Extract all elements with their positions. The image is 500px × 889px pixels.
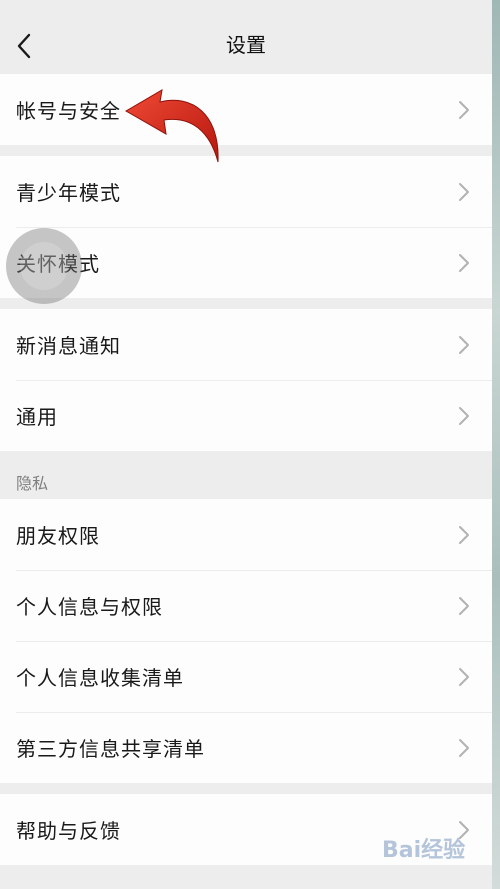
chevron-right-icon	[454, 525, 474, 545]
settings-item-label: 个人信息收集清单	[16, 666, 184, 690]
settings-item-label: 个人信息与权限	[16, 595, 163, 619]
page-title: 设置	[226, 33, 266, 57]
chevron-right-icon	[454, 182, 474, 202]
settings-item-label: 帐号与安全	[16, 99, 121, 123]
settings-item-teen-mode[interactable]: 青少年模式	[0, 156, 492, 227]
settings-item-general[interactable]: 通用	[0, 380, 492, 451]
chevron-right-icon	[454, 738, 474, 758]
touch-indicator	[6, 228, 82, 304]
notification-group: 新消息通知 通用	[0, 309, 492, 451]
side-edge	[492, 0, 500, 889]
chevron-right-icon	[454, 253, 474, 273]
settings-item-personal-info-list[interactable]: 个人信息收集清单	[0, 641, 492, 712]
account-group: 帐号与安全	[0, 74, 492, 145]
settings-item-account-security[interactable]: 帐号与安全	[0, 74, 492, 145]
settings-item-label: 青少年模式	[16, 181, 121, 205]
chevron-right-icon	[454, 406, 474, 426]
chevron-right-icon	[454, 100, 474, 120]
chevron-right-icon	[454, 335, 474, 355]
settings-item-label: 朋友权限	[16, 524, 100, 548]
settings-item-friend-permissions[interactable]: 朋友权限	[0, 499, 492, 570]
settings-item-new-message-notify[interactable]: 新消息通知	[0, 309, 492, 380]
chevron-right-icon	[454, 596, 474, 616]
settings-screen: 设置 帐号与安全 青少年模式 关怀模式 新消息通知 通用 隐私 朋友权限 个人信…	[0, 0, 492, 889]
settings-item-third-party-sharing[interactable]: 第三方信息共享清单	[0, 712, 492, 783]
settings-item-label: 帮助与反馈	[16, 819, 121, 843]
settings-item-label: 新消息通知	[16, 334, 121, 358]
privacy-group: 朋友权限 个人信息与权限 个人信息收集清单 第三方信息共享清单	[0, 499, 492, 783]
watermark: Bai经验	[382, 838, 466, 863]
chevron-right-icon	[454, 667, 474, 687]
annotation-arrow-icon	[125, 89, 219, 163]
settings-item-label: 第三方信息共享清单	[16, 737, 205, 761]
section-title-privacy: 隐私	[16, 474, 49, 493]
nav-header: 设置	[0, 0, 492, 74]
settings-item-personal-info-permissions[interactable]: 个人信息与权限	[0, 570, 492, 641]
settings-item-label: 通用	[16, 405, 58, 429]
